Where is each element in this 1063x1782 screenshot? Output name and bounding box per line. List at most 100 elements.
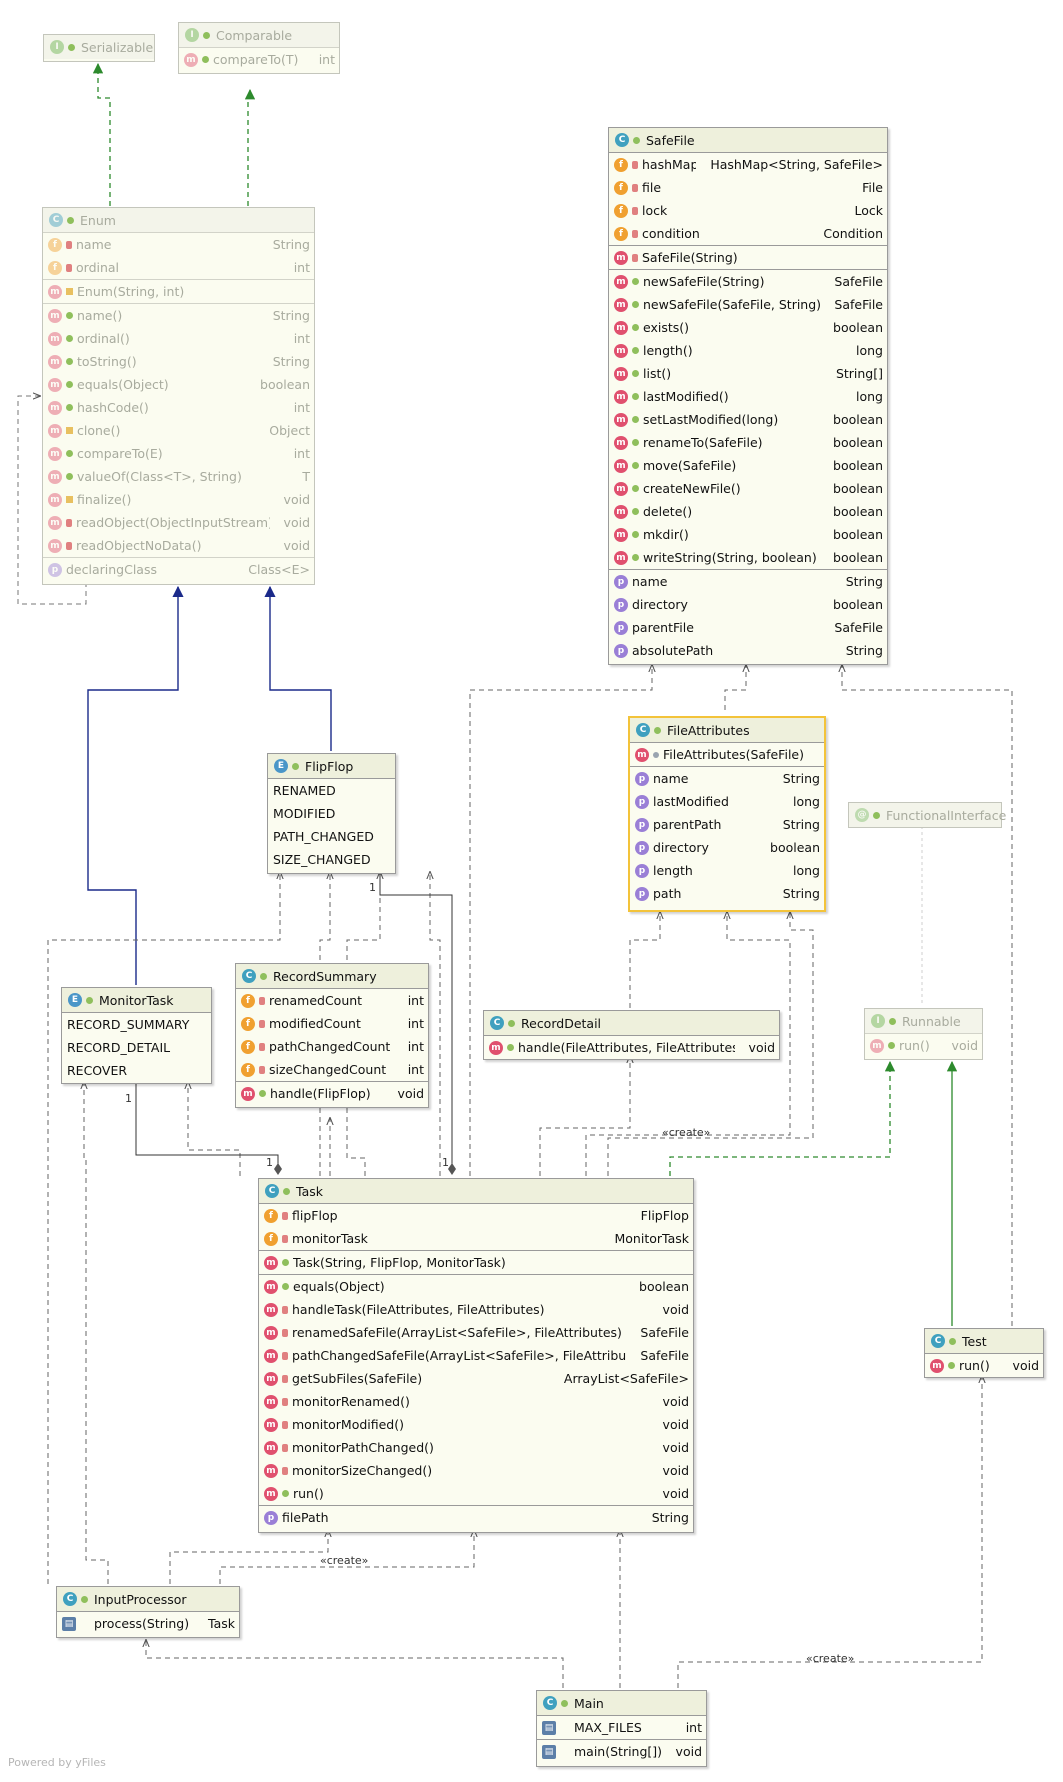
property-row[interactable]: p filePath String — [259, 1506, 693, 1529]
method-row[interactable]: m handle(FlipFlop) void — [236, 1082, 428, 1105]
property-row[interactable]: p name String — [609, 570, 887, 593]
recordsummary-class[interactable]: C RecordSummary f renamedCount int f modifi… — [235, 963, 429, 1108]
method-row[interactable]: m writeString(String, boolean) boolean — [609, 546, 887, 569]
method-row[interactable]: m readObjectNoData() void — [43, 534, 314, 557]
constructor-row[interactable]: m Task(String, FlipFlop, MonitorTask) — [259, 1251, 693, 1274]
method-row[interactable]: m getSubFiles(SafeFile) ArrayList<SafeFile… — [259, 1367, 693, 1390]
field-row[interactable]: ▤ MAX_FILES int — [537, 1716, 706, 1739]
constructor-row[interactable]: m Enum(String, int) — [43, 280, 314, 303]
method-row[interactable]: m exists() boolean — [609, 316, 887, 339]
enum-constant[interactable]: SIZE_CHANGED — [268, 848, 395, 871]
property-row[interactable]: p parentFile SafeFile — [609, 616, 887, 639]
method-row[interactable]: m monitorRenamed() void — [259, 1390, 693, 1413]
member-type: HashMap<String, SafeFile> — [710, 157, 883, 172]
method-row[interactable]: m length() long — [609, 339, 887, 362]
method-row[interactable]: m delete() boolean — [609, 500, 887, 523]
method-row[interactable]: m renamedSafeFile(ArrayList<SafeFile>, Fi… — [259, 1321, 693, 1344]
constructor-row[interactable]: m FileAttributes(SafeFile) — [630, 743, 824, 766]
method-row[interactable]: m hashCode() int — [43, 396, 314, 419]
method-row[interactable]: m monitorModified() void — [259, 1413, 693, 1436]
field-row[interactable]: f ordinal int — [43, 256, 314, 279]
enum-constant[interactable]: MODIFIED — [268, 802, 395, 825]
functionalinterface-annotation[interactable]: @ FunctionalInterface — [848, 802, 1006, 828]
method-row[interactable]: m move(SafeFile) boolean — [609, 454, 887, 477]
field-row[interactable]: f pathChangedCount int — [236, 1035, 428, 1058]
method-row[interactable]: ▤ process(String) Task — [57, 1612, 239, 1635]
enum-constant[interactable]: RENAMED — [268, 779, 395, 802]
method-row[interactable]: m newSafeFile(String) SafeFile — [609, 270, 887, 293]
method-row[interactable]: m pathChangedSafeFile(ArrayList<SafeFile>… — [259, 1344, 693, 1367]
enum-constant[interactable]: PATH_CHANGED — [268, 825, 395, 848]
method-row[interactable]: m toString() String — [43, 350, 314, 373]
method-row[interactable]: m finalize() void — [43, 488, 314, 511]
property-row[interactable]: p name String — [630, 767, 824, 790]
property-row[interactable]: p parentPath String — [630, 813, 824, 836]
task-class[interactable]: C Task f flipFlop FlipFlop f monitorTask Mon… — [258, 1178, 694, 1533]
member-type: long — [856, 343, 883, 358]
field-row[interactable]: f condition Condition — [609, 222, 887, 245]
enum-constant[interactable]: RECOVER — [62, 1059, 211, 1082]
safefile-class[interactable]: C SafeFile f hashMap HashMap<String, SafeF… — [608, 127, 888, 665]
method-row[interactable]: m lastModified() long — [609, 385, 887, 408]
method-row[interactable]: m newSafeFile(SafeFile, String) SafeFile — [609, 293, 887, 316]
method-row[interactable]: m renameTo(SafeFile) boolean — [609, 431, 887, 454]
method-row[interactable]: m clone() Object — [43, 419, 314, 442]
flipflop-enum[interactable]: E FlipFlop RENAMED MODIFIED PATH_CHANGED… — [267, 753, 396, 874]
enum-constant[interactable]: RECORD_DETAIL — [62, 1036, 211, 1059]
method-row[interactable]: m name() String — [43, 304, 314, 327]
recorddetail-class[interactable]: C RecordDetail m handle(FileAttributes, F… — [483, 1010, 780, 1060]
member-type: String — [651, 1510, 689, 1525]
property-row[interactable]: p declaringClass Class<E> — [43, 558, 314, 581]
property-row[interactable]: p absolutePath String — [609, 639, 887, 662]
method-row[interactable]: m setLastModified(long) boolean — [609, 408, 887, 431]
method-row[interactable]: m run() void — [259, 1482, 693, 1505]
method-row[interactable]: m run() void — [925, 1354, 1043, 1377]
main-class[interactable]: C Main ▤ MAX_FILES int ▤ main(String[]) void — [536, 1690, 707, 1767]
field-row[interactable]: f modifiedCount int — [236, 1012, 428, 1035]
method-row[interactable]: m compareTo(T) int — [179, 48, 339, 71]
method-row[interactable]: m run() void — [865, 1034, 982, 1057]
field-row[interactable]: f renamedCount int — [236, 989, 428, 1012]
property-row[interactable]: p directory boolean — [630, 836, 824, 859]
property-row[interactable]: p directory boolean — [609, 593, 887, 616]
private-icon — [66, 240, 72, 249]
field-row[interactable]: f name String — [43, 233, 314, 256]
fileattributes-class[interactable]: C FileAttributes m FileAttributes(SafeFil… — [628, 716, 826, 912]
method-row[interactable]: m monitorPathChanged() void — [259, 1436, 693, 1459]
method-row[interactable]: m handle(FileAttributes, FileAttributes) v… — [484, 1036, 779, 1059]
field-row[interactable]: f file File — [609, 176, 887, 199]
serializable-interface[interactable]: I Serializable — [43, 34, 155, 62]
method-row[interactable]: m equals(Object) boolean — [43, 373, 314, 396]
comparable-interface[interactable]: I Comparable m compareTo(T) int — [178, 22, 340, 74]
field-row[interactable]: f hashMap HashMap<String, SafeFile> — [609, 153, 887, 176]
method-row[interactable]: m equals(Object) boolean — [259, 1275, 693, 1298]
method-row[interactable]: ▤ main(String[]) void — [537, 1740, 706, 1763]
method-row[interactable]: m handleTask(FileAttributes, FileAttribut… — [259, 1298, 693, 1321]
runnable-interface[interactable]: I Runnable m run() void — [864, 1008, 983, 1060]
constructor-row[interactable]: m SafeFile(String) — [609, 246, 887, 269]
member-type: int — [318, 52, 335, 67]
property-row[interactable]: p path String — [630, 882, 824, 905]
method-row[interactable]: m createNewFile() boolean — [609, 477, 887, 500]
enum-class[interactable]: C Enum f name String f ordinal int m Enum(Str… — [42, 207, 315, 585]
method-row[interactable]: m monitorSizeChanged() void — [259, 1459, 693, 1482]
method-row[interactable]: m list() String[] — [609, 362, 887, 385]
field-row[interactable]: f flipFlop FlipFlop — [259, 1204, 693, 1227]
method-row[interactable]: m compareTo(E) int — [43, 442, 314, 465]
field-row[interactable]: f monitorTask MonitorTask — [259, 1227, 693, 1250]
method-row[interactable]: m mkdir() boolean — [609, 523, 887, 546]
inputprocessor-class[interactable]: C InputProcessor ▤ process(String) Task — [56, 1586, 240, 1638]
class-title: MonitorTask — [99, 992, 174, 1008]
test-class[interactable]: C Test m run() void — [924, 1328, 1044, 1378]
property-row[interactable]: p lastModified long — [630, 790, 824, 813]
field-row[interactable]: f lock Lock — [609, 199, 887, 222]
method-row[interactable]: m readObject(ObjectInputStream) void — [43, 511, 314, 534]
monitortask-enum[interactable]: E MonitorTask RECORD_SUMMARY RECORD_DETA… — [61, 987, 212, 1084]
public-icon — [561, 1699, 568, 1707]
field-row[interactable]: f sizeChangedCount int — [236, 1058, 428, 1081]
enum-constant[interactable]: RECORD_SUMMARY — [62, 1013, 211, 1036]
method-row[interactable]: m valueOf(Class<T>, String) T — [43, 465, 314, 488]
public-icon — [68, 43, 75, 51]
property-row[interactable]: p length long — [630, 859, 824, 882]
method-row[interactable]: m ordinal() int — [43, 327, 314, 350]
